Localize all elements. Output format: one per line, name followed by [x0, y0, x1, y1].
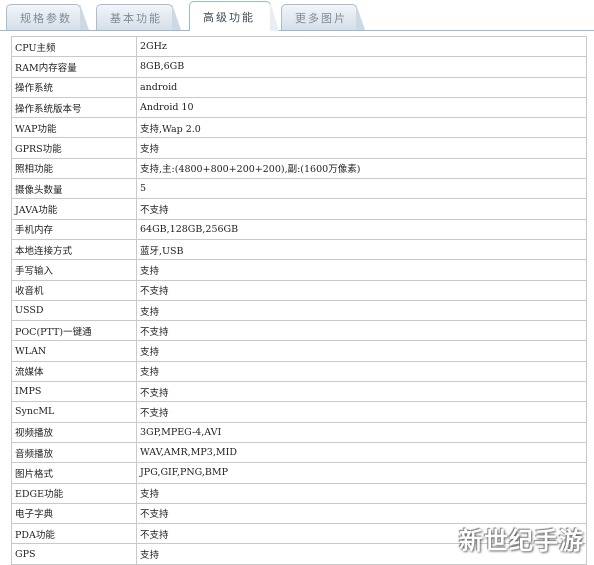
table-row: WLAN 支持 [11, 340, 587, 362]
spec-label: 收音机 [11, 279, 137, 301]
table-row: SyncML 不支持 [11, 401, 587, 423]
table-row: WAP功能 支持,Wap 2.0 [11, 117, 587, 139]
tab-more-images[interactable]: 更多图片 [281, 4, 365, 30]
table-row: POC(PTT)一键通 不支持 [11, 320, 587, 342]
table-row: CPU主频 2GHz [11, 35, 587, 58]
tab-bar: 规格参数 基本功能 高级功能 更多图片 [0, 0, 594, 31]
table-row: 照相功能 支持,主:(4800+800+200+200),副:(1600万像素) [11, 157, 587, 180]
tab-specs[interactable]: 规格参数 [6, 4, 89, 30]
table-row: 音频播放 WAV,AMR,MP3,MID [11, 441, 587, 464]
table-row: USSD 支持 [11, 299, 587, 322]
spec-label: 照相功能 [11, 157, 137, 180]
spec-value: 支持 [136, 299, 587, 322]
spec-value: JPG,GIF,PNG,BMP [136, 462, 587, 484]
table-row: 摄像头数量 5 [11, 178, 587, 200]
spec-label: PDA功能 [11, 523, 137, 545]
spec-value: Android 10 [136, 96, 587, 119]
table-row: 本地连接方式 蓝牙,USB [11, 238, 587, 261]
spec-value: 不支持 [136, 198, 587, 220]
spec-value: 64GB,128GB,256GB [136, 218, 587, 240]
spec-value: 3GP,MPEG-4,AVI [136, 421, 587, 443]
table-row: EDGE功能 支持 [11, 482, 587, 504]
spec-label: GPS [11, 543, 137, 565]
table-row: 收音机 不支持 [11, 279, 587, 301]
spec-value: 支持 [136, 360, 587, 383]
table-row: RAM内存容量 8GB,6GB [11, 56, 587, 78]
spec-value: 8GB,6GB [136, 56, 587, 78]
table-row: 手机内存 64GB,128GB,256GB [11, 218, 587, 240]
spec-value: 支持,Wap 2.0 [136, 117, 587, 139]
spec-table-container: CPU主频 2GHz RAM内存容量 8GB,6GB 操作系统 android 操作系统版本… [11, 35, 587, 565]
spec-label: 手写输入 [11, 259, 137, 281]
spec-label: SyncML [11, 401, 137, 423]
table-row: 视频播放 3GP,MPEG-4,AVI [11, 421, 587, 443]
table-row: GPRS功能 支持 [11, 137, 587, 159]
spec-table-body: CPU主频 2GHz RAM内存容量 8GB,6GB 操作系统 android 操作系统版本… [11, 35, 587, 565]
spec-label: WLAN [11, 340, 137, 362]
spec-value: 支持,主:(4800+800+200+200),副:(1600万像素) [136, 157, 587, 180]
spec-value: android [136, 76, 587, 98]
spec-label: GPRS功能 [11, 137, 137, 159]
spec-value: WAV,AMR,MP3,MID [136, 441, 587, 464]
spec-label: 视频播放 [11, 421, 137, 443]
spec-value: 5 [136, 178, 587, 200]
spec-label: POC(PTT)一键通 [11, 320, 137, 342]
table-row: 图片格式 JPG,GIF,PNG,BMP [11, 462, 587, 484]
spec-label: USSD [11, 299, 137, 322]
spec-value: 支持 [136, 482, 587, 504]
spec-label: IMPS [11, 381, 137, 403]
spec-label: 本地连接方式 [11, 238, 137, 261]
spec-label: JAVA功能 [11, 198, 137, 220]
spec-value: 支持 [136, 137, 587, 159]
spec-label: 操作系统版本号 [11, 96, 137, 119]
spec-value: 不支持 [136, 401, 587, 423]
table-row: JAVA功能 不支持 [11, 198, 587, 220]
spec-label: 手机内存 [11, 218, 137, 240]
spec-label: 操作系统 [11, 76, 137, 98]
table-row: 流媒体 支持 [11, 360, 587, 383]
spec-value: 蓝牙,USB [136, 238, 587, 261]
spec-label: WAP功能 [11, 117, 137, 139]
table-row: 手写输入 支持 [11, 259, 587, 281]
spec-value: 支持 [136, 259, 587, 281]
table-row: 操作系统版本号 Android 10 [11, 96, 587, 119]
spec-label: CPU主频 [11, 35, 137, 58]
spec-label: 摄像头数量 [11, 178, 137, 200]
spec-label: EDGE功能 [11, 482, 137, 504]
spec-value: 不支持 [136, 381, 587, 403]
table-row: 操作系统 android [11, 76, 587, 98]
spec-value: 不支持 [136, 279, 587, 301]
spec-table: CPU主频 2GHz RAM内存容量 8GB,6GB 操作系统 android 操作系统版本… [11, 35, 587, 565]
tab-basic-functions[interactable]: 基本功能 [96, 4, 181, 30]
tab-bar-divider [0, 30, 594, 31]
tab-advanced-functions[interactable]: 高级功能 [189, 1, 279, 31]
site-watermark: 新世纪手游 [459, 527, 584, 555]
table-row: IMPS 不支持 [11, 381, 587, 403]
spec-label: 流媒体 [11, 360, 137, 383]
spec-value: 不支持 [136, 320, 587, 342]
spec-label: 音频播放 [11, 441, 137, 464]
spec-label: RAM内存容量 [11, 56, 137, 78]
spec-value: 2GHz [136, 35, 587, 58]
spec-label: 图片格式 [11, 462, 137, 484]
spec-label: 电子字典 [11, 502, 137, 525]
spec-value: 支持 [136, 340, 587, 362]
